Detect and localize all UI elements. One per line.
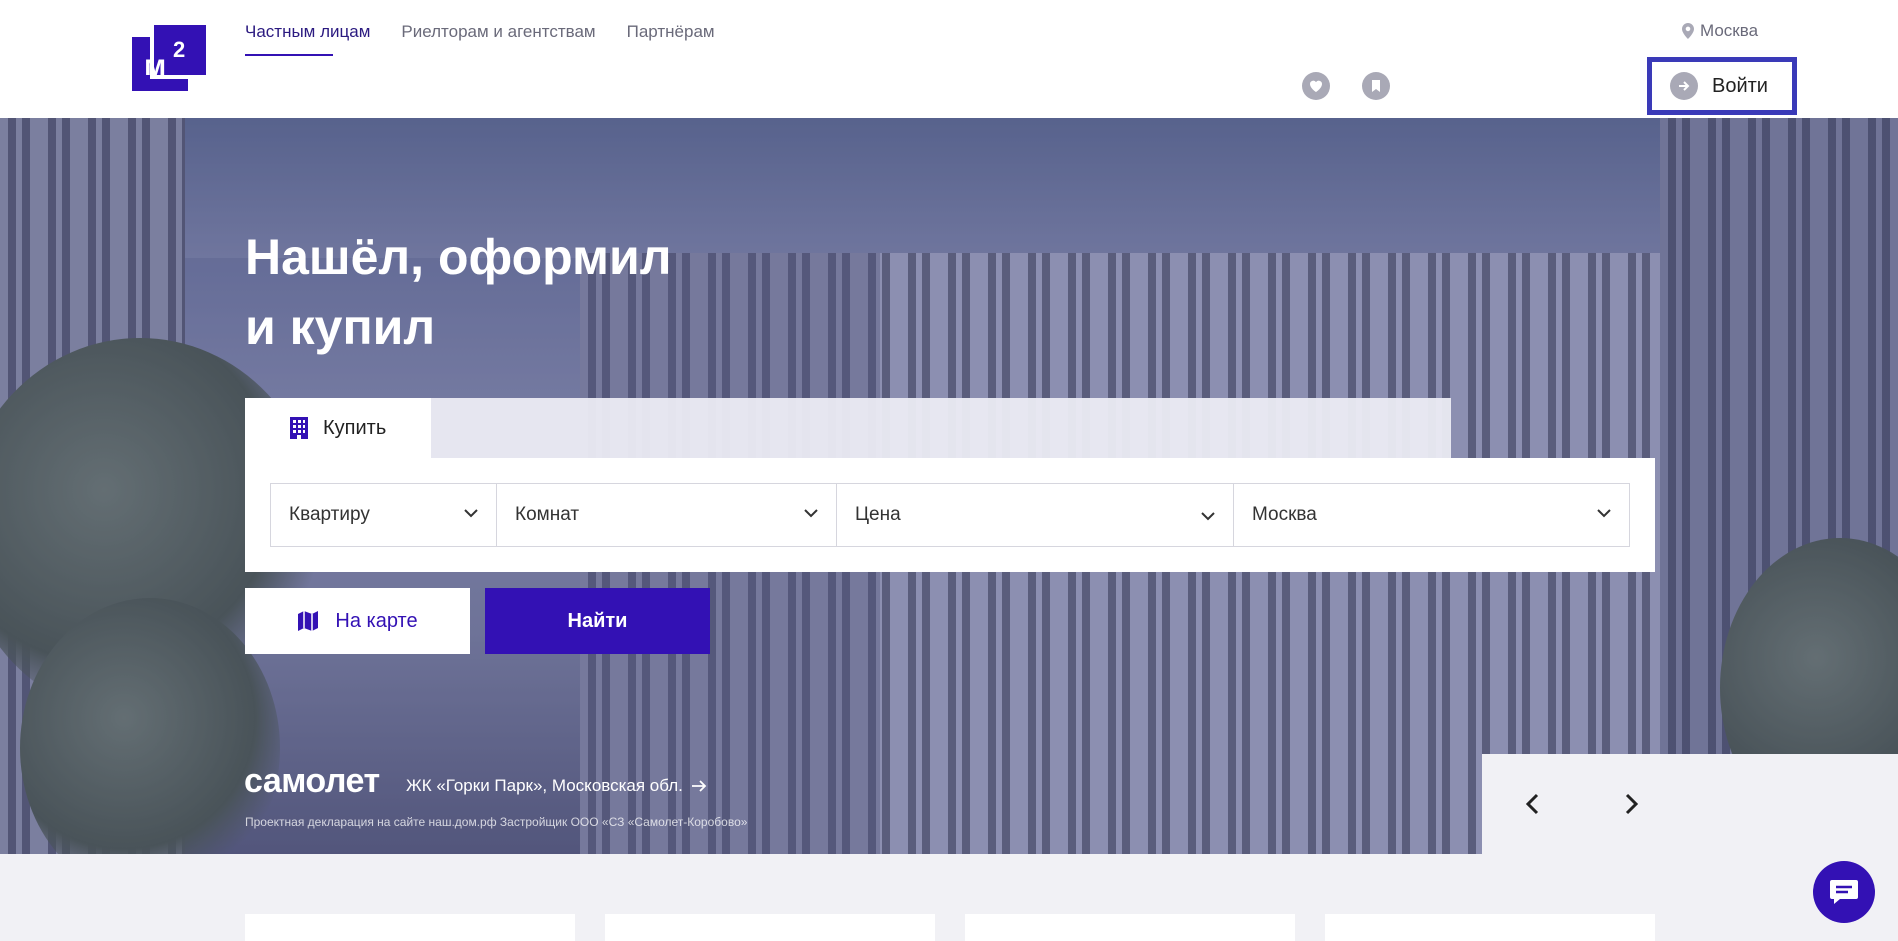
search-form: Квартиру Комнат Цена Москва [245,458,1655,572]
city-selector[interactable]: Москва [1682,21,1758,41]
promo-link[interactable]: ЖК «Горки Парк», Московская обл. [406,776,707,796]
headline-line-1: Нашёл, оформил [245,229,672,285]
samolet-logo[interactable]: самолет [244,762,380,801]
feature-cards [245,914,1655,941]
find-button-label: Найти [567,609,628,632]
property-type-select[interactable]: Квартиру [271,484,497,546]
location-pin-icon [1682,23,1694,39]
m2-logo[interactable]: м 2 [132,25,206,91]
feature-card[interactable] [965,914,1295,941]
location-select[interactable]: Москва [1234,484,1629,546]
tab-buy-label: Купить [323,416,387,439]
feature-card[interactable] [605,914,935,941]
location-value: Москва [1252,504,1317,525]
price-value: Цена [855,504,901,525]
legal-disclaimer: Проектная декларация на сайте наш.дом.рф… [245,815,748,829]
chevron-down-icon [804,509,818,518]
map-icon [298,611,319,631]
chevron-down-icon [1597,509,1611,518]
find-button[interactable]: Найти [485,588,710,654]
headline-line-2: и купил [245,299,436,355]
building-icon [290,417,308,439]
nav-partners[interactable]: Партнёрам [627,22,715,56]
site-header: м 2 Частным лицам Риелторам и агентствам… [0,0,1898,118]
chevron-left-icon[interactable] [1522,792,1544,816]
city-name: Москва [1700,21,1759,40]
audience-nav: Частным лицам Риелторам и агентствам Пар… [245,22,715,56]
feature-card[interactable] [1325,914,1655,941]
chevron-right-icon[interactable] [1620,792,1642,816]
bookmark-icon[interactable] [1362,72,1390,100]
promo-text: ЖК «Горки Парк», Московская обл. [406,776,683,795]
tab-buy[interactable]: Купить [245,398,431,458]
price-select[interactable]: Цена [837,484,1234,546]
rooms-value: Комнат [515,504,580,525]
chat-bubble-icon [1830,880,1858,904]
map-button-label: На карте [335,609,418,632]
login-arrow-icon [1670,72,1698,100]
feature-card[interactable] [245,914,575,941]
chat-button[interactable] [1813,861,1875,923]
banner-slider-controls [1482,754,1898,854]
chevron-down-icon [464,509,478,518]
rooms-select[interactable]: Комнат [497,484,837,546]
login-label: Войти [1712,74,1768,97]
chevron-down-icon [1201,512,1215,521]
logo-letter: м [144,49,167,82]
login-button[interactable]: Войти [1647,57,1797,115]
arrow-right-icon [691,780,707,792]
nav-realtors[interactable]: Риелторам и агентствам [401,22,595,56]
hero-headline: Нашёл, оформил и купил [245,222,672,362]
search-fields: Квартиру Комнат Цена Москва [270,483,1630,547]
nav-private-persons[interactable]: Частным лицам [245,22,370,56]
property-type-value: Квартиру [289,504,370,525]
logo-superscript: 2 [173,37,186,62]
map-button[interactable]: На карте [245,588,470,654]
favorites-heart-icon[interactable] [1302,72,1330,100]
